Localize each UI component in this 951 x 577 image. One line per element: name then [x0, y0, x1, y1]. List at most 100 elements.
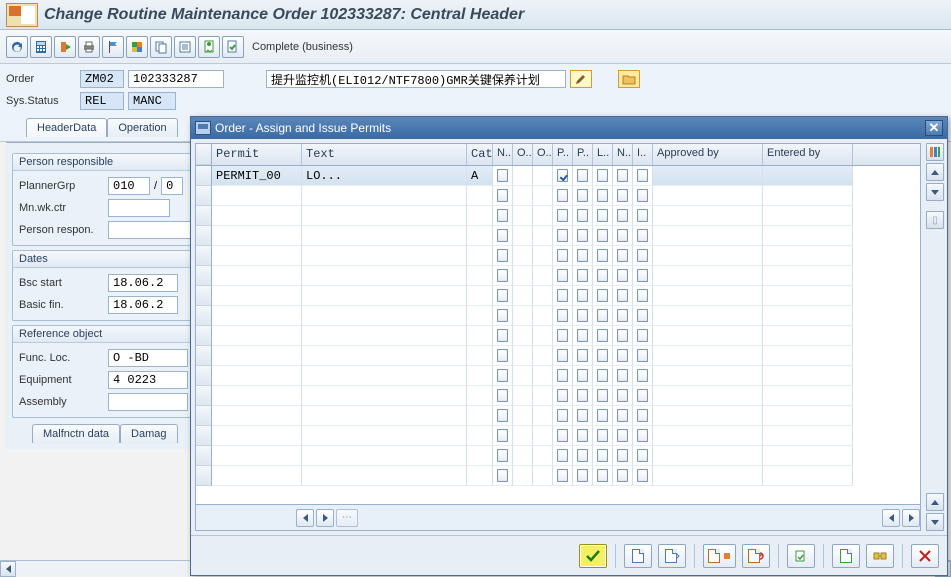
cell-entered-by[interactable] [763, 426, 853, 446]
col-n1[interactable]: N.. [493, 144, 513, 165]
cell-permit[interactable] [212, 206, 302, 226]
grid-checkbox[interactable] [493, 426, 513, 446]
cell-cat[interactable] [467, 306, 493, 326]
grid-checkbox[interactable] [593, 266, 613, 286]
where-used-button[interactable] [866, 544, 894, 568]
grid-checkbox[interactable] [573, 166, 593, 186]
tab-headerdata[interactable]: HeaderData [26, 118, 107, 137]
row-selector[interactable] [196, 266, 212, 286]
cell-cat[interactable] [467, 346, 493, 366]
grid-checkbox[interactable] [573, 446, 593, 466]
grid-checkbox[interactable] [633, 346, 653, 366]
cell-cat[interactable] [467, 366, 493, 386]
table-row[interactable] [196, 326, 920, 346]
copy-icon[interactable] [150, 36, 172, 58]
cell-text[interactable] [302, 446, 467, 466]
table-row[interactable] [196, 286, 920, 306]
bscstart-field[interactable]: 18.06.2 [108, 274, 178, 292]
grid-checkbox[interactable] [573, 306, 593, 326]
cell-cat[interactable] [467, 226, 493, 246]
grid-checkbox[interactable] [493, 306, 513, 326]
document-check-icon[interactable] [222, 36, 244, 58]
col-o1[interactable]: O.. [513, 144, 533, 165]
cell-entered-by[interactable] [763, 406, 853, 426]
grid-checkbox[interactable] [493, 286, 513, 306]
table-row[interactable] [196, 386, 920, 406]
complete-business-label[interactable]: Complete (business) [252, 41, 353, 53]
grid-checkbox[interactable] [633, 166, 653, 186]
table-row[interactable] [196, 226, 920, 246]
list-icon[interactable] [174, 36, 196, 58]
cell-permit[interactable]: PERMIT_00 [212, 166, 302, 186]
row-selector[interactable] [196, 166, 212, 186]
cell-text[interactable] [302, 206, 467, 226]
cell-entered-by[interactable] [763, 266, 853, 286]
grid-checkbox[interactable] [493, 246, 513, 266]
cell-cat[interactable] [467, 186, 493, 206]
cell-approved-by[interactable] [653, 466, 763, 486]
grid-scroll-right-2[interactable] [902, 509, 920, 527]
cell-permit[interactable] [212, 366, 302, 386]
row-selector[interactable] [196, 466, 212, 486]
cell-entered-by[interactable] [763, 286, 853, 306]
grid-checkbox[interactable] [633, 326, 653, 346]
grid-checkbox[interactable] [633, 206, 653, 226]
grid-checkbox[interactable] [593, 466, 613, 486]
cell-permit[interactable] [212, 246, 302, 266]
cell-permit[interactable] [212, 306, 302, 326]
grid-checkbox[interactable] [593, 306, 613, 326]
grid-checkbox[interactable] [613, 406, 633, 426]
grid-checkbox[interactable] [493, 166, 513, 186]
cell-text[interactable] [302, 346, 467, 366]
grid-checkbox[interactable] [573, 266, 593, 286]
grid-checkbox[interactable] [553, 186, 573, 206]
cell-cat[interactable]: A [467, 166, 493, 186]
grid-checkbox[interactable] [633, 406, 653, 426]
table-row[interactable] [196, 446, 920, 466]
grid-checkbox[interactable] [633, 226, 653, 246]
cell-cat[interactable] [467, 406, 493, 426]
grid-checkbox[interactable] [593, 166, 613, 186]
col-approved-by[interactable]: Approved by [653, 144, 763, 165]
grid-scroll-left[interactable] [296, 509, 314, 527]
select-all-button[interactable] [703, 544, 736, 568]
row-selector[interactable] [196, 286, 212, 306]
grid-checkbox[interactable] [633, 266, 653, 286]
grid-checkbox[interactable] [613, 286, 633, 306]
grid-checkbox[interactable] [553, 206, 573, 226]
grid-checkbox[interactable] [493, 206, 513, 226]
cell-entered-by[interactable] [763, 206, 853, 226]
cell-text[interactable] [302, 286, 467, 306]
grid-checkbox[interactable] [493, 226, 513, 246]
cell-cat[interactable] [467, 446, 493, 466]
grid-checkbox[interactable] [593, 246, 613, 266]
dialog-close-button[interactable]: ✕ [925, 120, 943, 136]
col-i[interactable]: I.. [633, 144, 653, 165]
cancel-button[interactable] [911, 544, 939, 568]
grid-checkbox[interactable] [613, 446, 633, 466]
grid-scroll-right[interactable] [316, 509, 334, 527]
cell-text[interactable] [302, 186, 467, 206]
cell-text[interactable] [302, 226, 467, 246]
grid-checkbox[interactable] [553, 406, 573, 426]
table-row[interactable] [196, 346, 920, 366]
grid-checkbox[interactable] [633, 306, 653, 326]
grid-checkbox[interactable] [573, 326, 593, 346]
grid-scroll-up[interactable] [926, 163, 944, 181]
cell-text[interactable] [302, 326, 467, 346]
row-selector[interactable] [196, 406, 212, 426]
grid-checkbox[interactable] [553, 326, 573, 346]
cell-permit[interactable] [212, 226, 302, 246]
cell-approved-by[interactable] [653, 286, 763, 306]
puzzle-icon[interactable] [126, 36, 148, 58]
row-selector[interactable] [196, 306, 212, 326]
refresh-icon[interactable] [6, 36, 28, 58]
cell-permit[interactable] [212, 346, 302, 366]
copy-entry-button[interactable] [658, 544, 686, 568]
basicfin-field[interactable]: 18.06.2 [108, 296, 178, 314]
col-cat[interactable]: Cat [467, 144, 493, 165]
deselect-all-button[interactable] [742, 544, 770, 568]
col-p1[interactable]: P.. [553, 144, 573, 165]
col-l[interactable]: L.. [593, 144, 613, 165]
table-row[interactable] [196, 366, 920, 386]
